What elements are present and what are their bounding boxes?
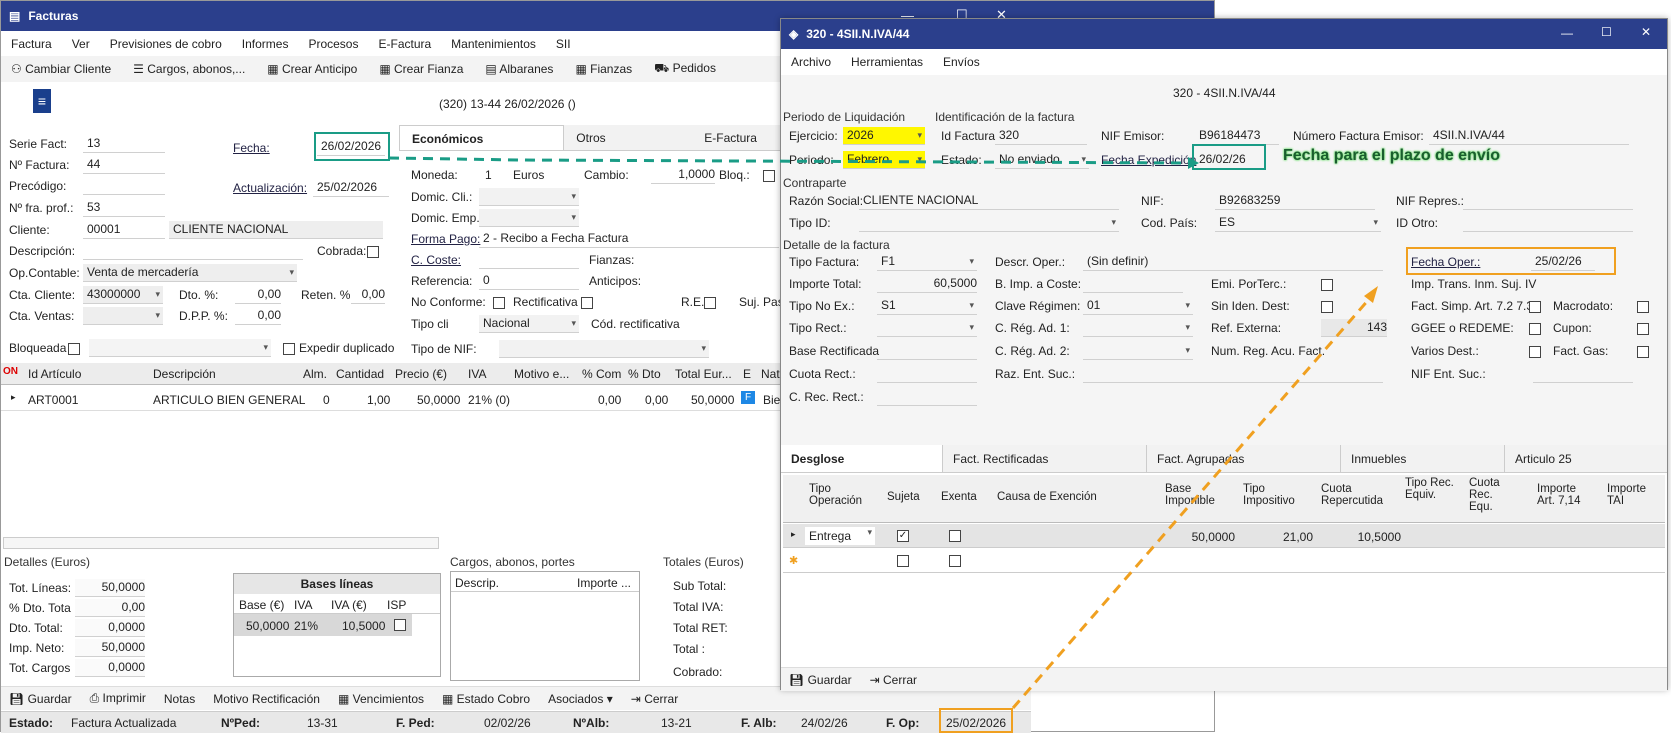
teal-arrow-line xyxy=(388,156,1189,165)
teal-arrowhead xyxy=(1188,157,1199,169)
orange-arrow-line xyxy=(1011,297,1372,709)
orange-arrowhead xyxy=(1364,286,1378,303)
annotation-arrows xyxy=(388,156,1378,709)
